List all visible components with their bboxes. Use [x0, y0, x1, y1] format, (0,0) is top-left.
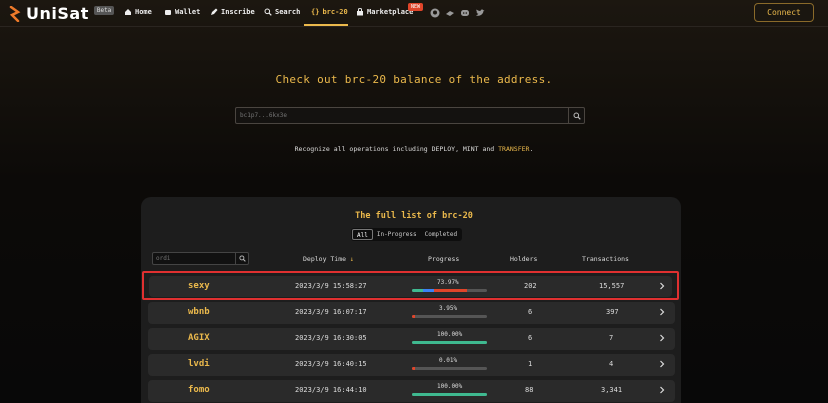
row-transactions: 3,341 — [601, 386, 623, 394]
filter-tab-all[interactable]: All — [352, 229, 373, 240]
row-progress-label: 0.01% — [439, 357, 458, 364]
ticker-search-box — [152, 252, 249, 265]
chevron-right-icon[interactable] — [659, 386, 665, 394]
row-progress-bar — [412, 393, 487, 396]
column-holders: Holders — [510, 255, 538, 263]
column-transactions: Transactions — [582, 255, 629, 263]
nav-inscribe[interactable]: Inscribe — [210, 8, 255, 16]
github-icon[interactable] — [430, 8, 440, 18]
ticker-search-button[interactable] — [235, 253, 248, 264]
ticker-search-input[interactable] — [153, 253, 236, 264]
progress-fill — [434, 289, 468, 292]
row-progress-bar — [412, 315, 487, 318]
filter-tab-in-progress[interactable]: In-Progress — [373, 229, 421, 240]
list-title: The full list of brc-20 — [355, 211, 473, 221]
search-icon — [238, 255, 246, 262]
filter-tabs: All In-Progress Completed — [351, 228, 463, 241]
row-holders: 6 — [528, 334, 533, 342]
address-search-input[interactable] — [236, 108, 568, 123]
transfer-highlight: TRANSFER — [498, 145, 530, 153]
braces-icon: {} — [311, 8, 320, 16]
nav-brc20[interactable]: {} brc-20 — [311, 8, 348, 16]
row-deploy-time: 2023/3/9 16:07:17 — [295, 308, 367, 316]
discord-icon[interactable] — [460, 8, 470, 18]
row-holders: 88 — [525, 386, 534, 394]
row-progress-label: 3.95% — [439, 305, 458, 312]
beta-badge: Beta — [93, 6, 115, 15]
row-holders: 1 — [528, 360, 533, 368]
row-tick: AGIX — [188, 333, 210, 343]
row-progress-label: 73.97% — [437, 279, 459, 286]
row-progress-bar — [412, 289, 487, 292]
row-progress-label: 100.00% — [437, 331, 463, 338]
progress-fill — [412, 393, 487, 396]
nav-active-underline — [304, 24, 348, 26]
bag-icon — [357, 8, 363, 16]
row-progress-label: 100.00% — [437, 383, 463, 390]
row-transactions: 397 — [606, 308, 619, 316]
navbar: UniSat Beta Home Wallet Inscribe Search … — [0, 0, 828, 27]
logo-text: UniSat — [26, 4, 89, 23]
chevron-right-icon[interactable] — [659, 308, 665, 316]
chevron-right-icon[interactable] — [659, 360, 665, 368]
gitbook-icon[interactable] — [445, 8, 455, 18]
table-row[interactable] — [148, 354, 675, 376]
logo[interactable]: UniSat Beta — [8, 4, 115, 23]
row-deploy-time: 2023/3/9 16:44:10 — [295, 386, 367, 394]
sort-arrow-down-icon: ↓ — [349, 255, 354, 263]
unisat-logo-icon — [9, 5, 21, 22]
row-deploy-time: 2023/3/9 16:30:05 — [295, 334, 367, 342]
nav-wallet[interactable]: Wallet — [164, 8, 200, 16]
address-search-button[interactable] — [568, 108, 584, 123]
twitter-icon[interactable] — [475, 8, 485, 18]
row-deploy-time: 2023/3/9 15:58:27 — [295, 282, 367, 290]
home-icon — [125, 9, 131, 15]
search-icon — [573, 112, 581, 120]
row-transactions: 4 — [609, 360, 614, 368]
chevron-right-icon[interactable] — [659, 334, 665, 342]
nav-home[interactable]: Home — [124, 8, 152, 16]
row-deploy-time: 2023/3/9 16:40:15 — [295, 360, 367, 368]
hero-subtitle: Recognize all operations including DEPLO… — [294, 145, 534, 153]
pen-icon — [211, 8, 218, 15]
column-progress: Progress — [428, 255, 460, 263]
table-row-body — [149, 276, 672, 297]
column-deploy-time[interactable]: Deploy Time ↓ — [303, 255, 354, 263]
row-holders: 202 — [524, 282, 537, 290]
progress-fill — [412, 367, 415, 370]
filter-tab-completed[interactable]: Completed — [421, 229, 462, 240]
row-holders: 6 — [528, 308, 533, 316]
chevron-right-icon[interactable] — [659, 282, 665, 290]
progress-fill — [412, 315, 415, 318]
row-progress-bar — [412, 341, 487, 344]
progress-fill — [412, 341, 487, 344]
nav-search[interactable]: Search — [264, 8, 300, 16]
nav-marketplace[interactable]: Marketplace — [356, 8, 413, 16]
row-tick: wbnb — [188, 307, 210, 317]
row-tick: fomo — [188, 385, 210, 395]
hero-title: Check out brc-20 balance of the address. — [275, 73, 553, 86]
row-progress-bar — [412, 367, 487, 370]
row-tick: sexy — [188, 281, 210, 291]
row-tick: lvdi — [188, 359, 210, 369]
progress-fill — [412, 289, 424, 292]
table-row[interactable] — [148, 302, 675, 324]
table-row[interactable] — [148, 328, 675, 350]
row-transactions: 15,557 — [599, 282, 625, 290]
progress-fill — [423, 289, 435, 292]
row-transactions: 7 — [609, 334, 614, 342]
table-row[interactable] — [148, 380, 675, 402]
connect-button[interactable]: Connect — [754, 3, 814, 22]
new-badge: NEW — [408, 3, 424, 11]
wallet-icon — [165, 10, 171, 15]
address-search-box — [235, 107, 585, 124]
search-icon — [264, 8, 272, 16]
